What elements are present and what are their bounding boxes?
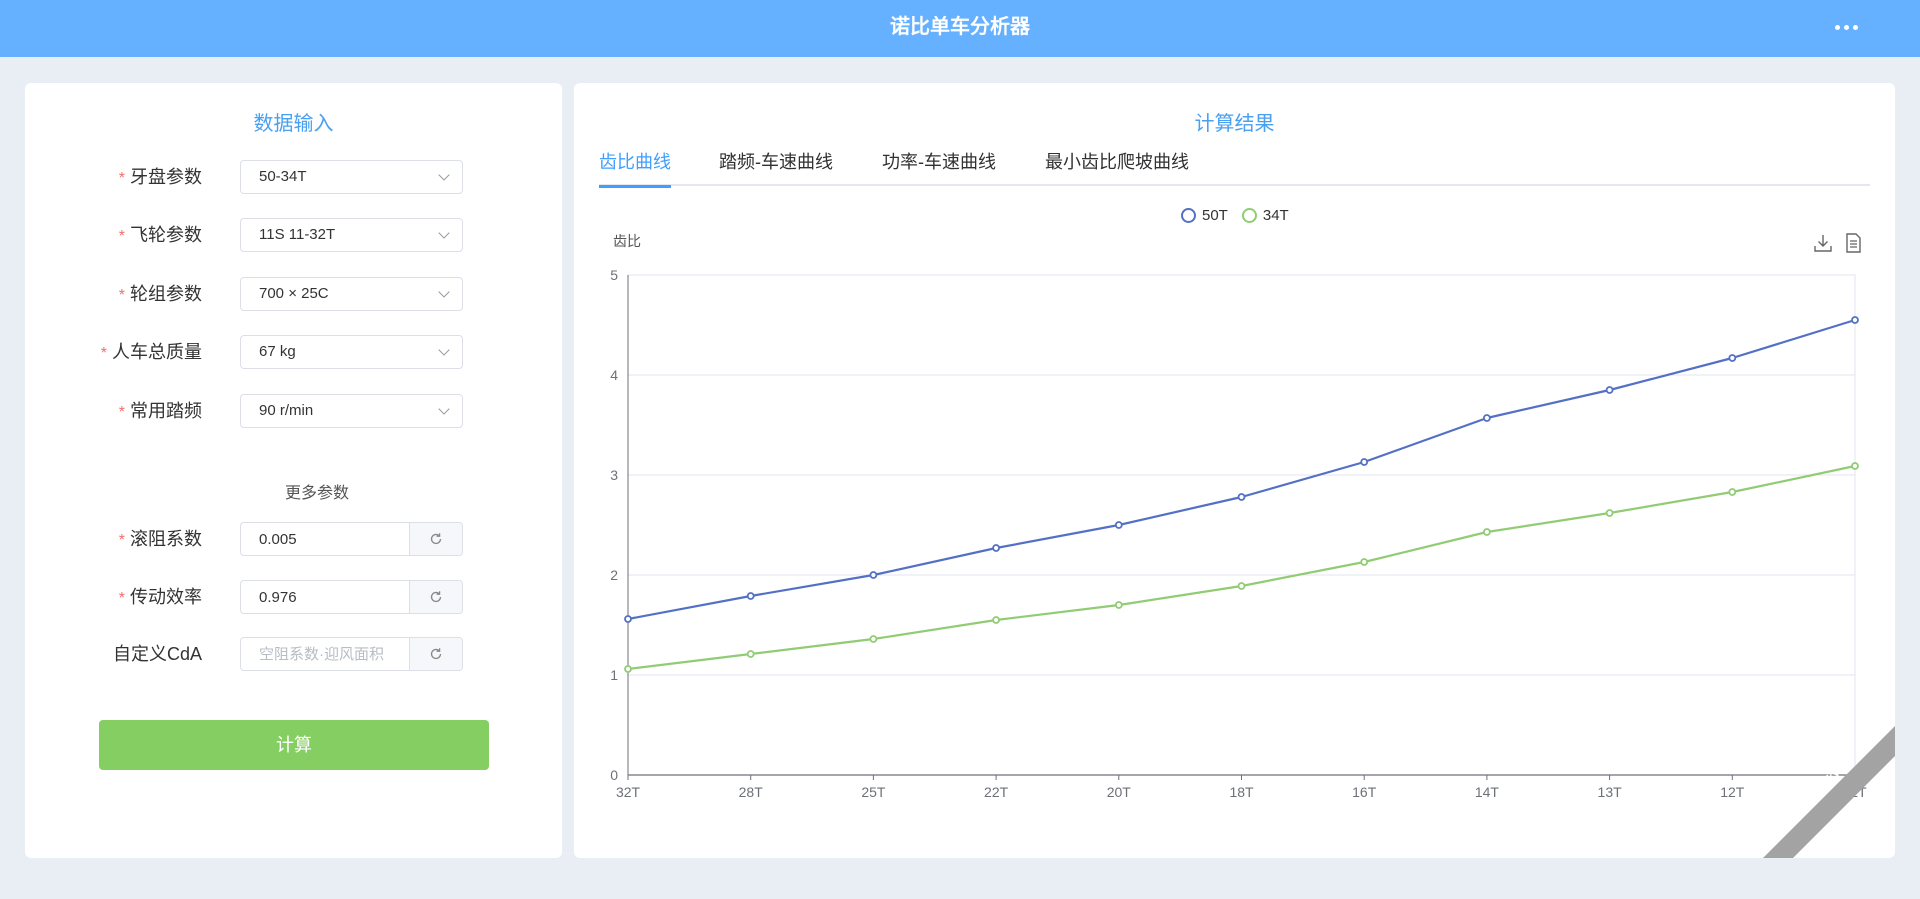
chevron-down-icon (438, 227, 450, 239)
required-mark: * (118, 287, 125, 304)
cassette-value: 11S 11-32T (259, 226, 336, 243)
data-point-34t (1360, 558, 1369, 566)
cassette-select[interactable]: 11S 11-32T (240, 218, 463, 252)
form-row-cadence: * 常用踏频 90 r/min (25, 394, 562, 428)
x-tick-label: 20T (1107, 784, 1132, 800)
input-panel-title: 数据输入 (253, 113, 334, 135)
data-point-50t (869, 571, 878, 579)
required-mark: * (118, 532, 125, 549)
data-point-34t (992, 616, 1001, 624)
drivetrain-efficiency-input[interactable] (241, 581, 409, 613)
y-tick-label: 3 (610, 467, 618, 483)
required-mark: * (118, 228, 125, 245)
rolling-resistance-group (240, 522, 463, 556)
data-point-34t (869, 635, 878, 643)
drivetrain-efficiency-group (240, 580, 463, 614)
data-point-50t (1114, 521, 1123, 529)
y-tick-label: 5 (610, 267, 618, 283)
chevron-down-icon (438, 286, 450, 298)
data-point-34t (1483, 528, 1491, 536)
cda-label: 自定义CdA (112, 644, 202, 664)
x-tick-label: 22T (984, 784, 1009, 800)
data-point-50t (746, 592, 755, 600)
data-point-50t (1851, 316, 1859, 324)
reset-icon[interactable] (409, 638, 462, 670)
form-row-cassette: * 飞轮参数 11S 11-32T (25, 218, 562, 252)
form-row-mass: * 人车总质量 67 kg (25, 335, 562, 369)
data-point-50t (1483, 414, 1491, 422)
data-point-34t (746, 650, 755, 658)
form-row-drivetrain-efficiency: * 传动效率 (25, 580, 562, 614)
chainring-label: * 牙盘参数 (118, 167, 202, 187)
y-tick-label: 4 (610, 367, 618, 383)
data-point-50t (1728, 354, 1737, 362)
rolling-resistance-label: * 滚阻系数 (118, 529, 202, 549)
form-row-chainring: * 牙盘参数 50-34T (25, 160, 562, 194)
chevron-down-icon (438, 403, 450, 415)
data-point-50t (1360, 458, 1369, 466)
watermark: bicycle.ndky.site (1763, 726, 1895, 858)
y-tick-label: 0 (610, 767, 618, 783)
data-point-50t (992, 544, 1001, 552)
data-point-50t (1605, 386, 1614, 394)
data-point-34t (1851, 462, 1859, 470)
chainring-select[interactable]: 50-34T (240, 160, 463, 194)
required-mark: * (118, 170, 125, 187)
form-row-wheelset: * 轮组参数 700 × 25C (25, 277, 562, 311)
cadence-label: * 常用踏频 (118, 401, 202, 421)
mass-label: * 人车总质量 (100, 342, 202, 362)
required-mark: * (118, 404, 125, 421)
chainring-value: 50-34T (259, 168, 307, 185)
x-tick-label: 18T (1229, 784, 1254, 800)
reset-icon[interactable] (409, 523, 462, 555)
form-row-cda: 自定义CdA (25, 637, 562, 671)
wheelset-value: 700 × 25C (259, 285, 329, 302)
x-tick-label: 13T (1598, 784, 1623, 800)
data-point-34t (1114, 601, 1123, 609)
drivetrain-efficiency-label: * 传动效率 (118, 587, 202, 607)
cda-group (240, 637, 463, 671)
y-axis-title: 齿比 (613, 233, 641, 249)
x-tick-label: 16T (1352, 784, 1377, 800)
plot-frame (627, 274, 1856, 776)
rolling-resistance-input[interactable] (241, 523, 409, 555)
y-tick-label: 2 (610, 567, 618, 583)
x-tick-label: 32T (616, 784, 641, 800)
required-mark: * (100, 345, 107, 362)
series-line-50t (627, 318, 1856, 621)
calculate-button[interactable]: 计算 (99, 720, 489, 770)
data-point-34t (1237, 582, 1246, 590)
data-point-50t (624, 615, 632, 623)
result-panel: 计算结果 齿比曲线 踏频-车速曲线 功率-车速曲线 最小齿比爬坡曲线 50T 3… (574, 83, 1895, 858)
x-tick-label: 12T (1720, 784, 1745, 800)
cadence-select[interactable]: 90 r/min (240, 394, 463, 428)
more-params-title: 更多参数 (285, 485, 350, 502)
gear-ratio-chart: 012345齿比32T28T25T22T20T18T16T14T13T12T11… (610, 233, 1895, 858)
reset-icon[interactable] (409, 581, 462, 613)
data-point-34t (1728, 488, 1737, 496)
x-tick-label: 28T (739, 784, 764, 800)
chevron-down-icon (438, 344, 450, 356)
x-tick-label: 14T (1475, 784, 1500, 800)
chevron-down-icon (438, 169, 450, 181)
required-mark: * (118, 590, 125, 607)
data-point-34t (1605, 509, 1614, 517)
cadence-value: 90 r/min (259, 402, 314, 419)
more-dots-icon[interactable] (1828, 14, 1864, 40)
app-title: 诺比单车分析器 (890, 16, 1030, 38)
top-bar: 诺比单车分析器 (0, 0, 1920, 57)
input-panel: 数据输入 * 牙盘参数 50-34T * 飞轮参数 11S 11-32T * 轮组参数… (25, 83, 562, 858)
wheelset-select[interactable]: 700 × 25C (240, 277, 463, 311)
mass-value: 67 kg (259, 343, 296, 360)
data-point-34t (624, 665, 632, 673)
data-point-50t (1237, 493, 1246, 501)
x-tick-label: 25T (861, 784, 886, 800)
wheelset-label: * 轮组参数 (118, 284, 202, 304)
y-tick-label: 1 (610, 667, 618, 683)
mass-select[interactable]: 67 kg (240, 335, 463, 369)
cassette-label: * 飞轮参数 (118, 225, 202, 245)
form-row-rolling-resistance: * 滚阻系数 (25, 522, 562, 556)
cda-input[interactable] (241, 638, 409, 670)
